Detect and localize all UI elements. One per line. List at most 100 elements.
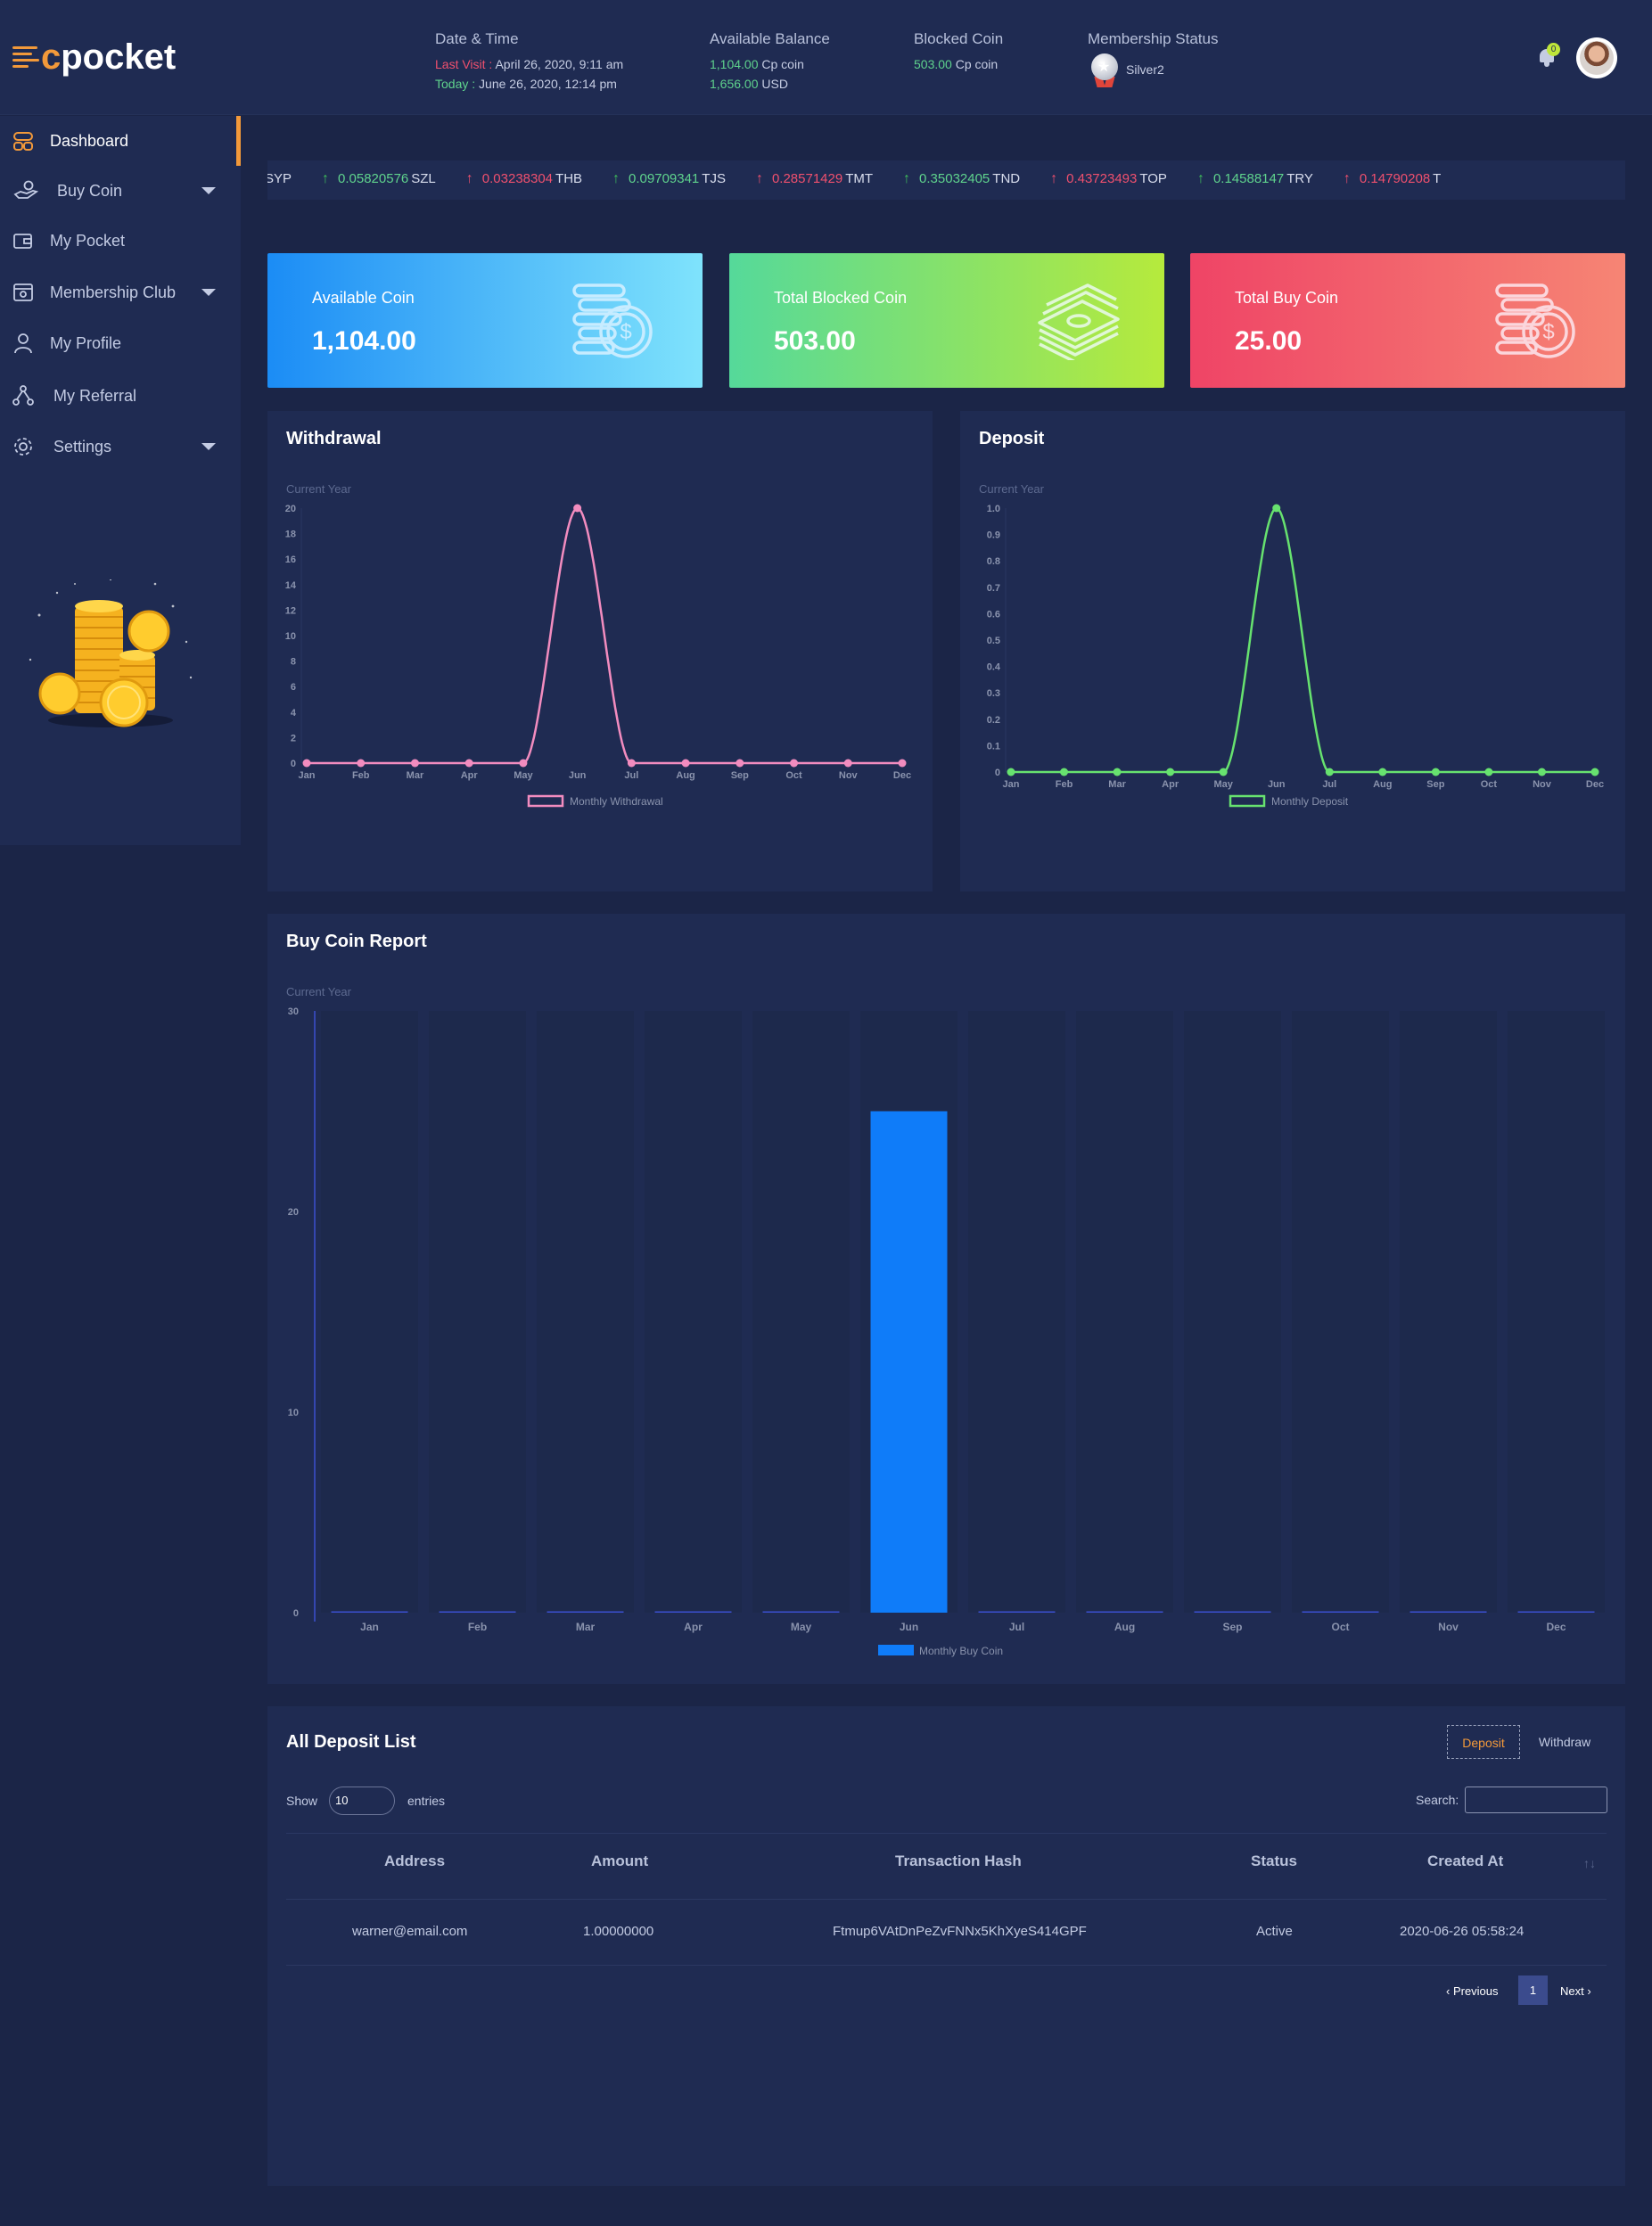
- blocked-label: Blocked Coin: [914, 30, 1004, 47]
- legend-label: Monthly Withdrawal: [570, 795, 663, 808]
- cpocket-logo[interactable]: c pocket: [12, 37, 176, 77]
- balance-coin-value: 1,104.00: [710, 57, 759, 71]
- data-point: [357, 759, 366, 768]
- column-header-amount[interactable]: Amount: [591, 1852, 648, 1870]
- bar: [762, 1611, 840, 1613]
- sidebar-item-settings[interactable]: Settings: [0, 422, 241, 472]
- ticker-item: ↑ 0.43723493 TOP: [1050, 171, 1167, 187]
- ticker-rate: 0.14790208: [1359, 171, 1431, 186]
- ticker-rate: 0.14588147: [1212, 171, 1285, 186]
- bar-background: [1292, 1011, 1389, 1613]
- y-tick-label: 12: [285, 605, 296, 616]
- data-point: [1431, 768, 1440, 776]
- sidebar-item-my-referral[interactable]: My Referral: [0, 371, 241, 421]
- sidebar-item-membership-club[interactable]: Membership Club: [0, 267, 241, 317]
- sidebar-item-label: My Profile: [50, 333, 122, 352]
- notification-badge: 0: [1547, 43, 1560, 56]
- chevron-down-icon[interactable]: [201, 289, 216, 296]
- bar-background: [429, 1011, 526, 1613]
- bar: [654, 1611, 732, 1613]
- x-tick-label: Aug: [1114, 1621, 1135, 1633]
- ticker-currency: SZL: [411, 171, 436, 186]
- sidebar-item-label: Dashboard: [50, 131, 129, 150]
- x-tick-label: Nov: [1438, 1621, 1459, 1633]
- x-tick-label: May: [791, 1621, 812, 1633]
- logo-speed-lines: [12, 46, 39, 68]
- card-value: 1,104.00: [312, 326, 416, 356]
- y-tick-label: 10: [288, 1408, 299, 1418]
- today-value: June 26, 2020, 12:14 pm: [479, 77, 617, 91]
- ticker-currency: TMT: [845, 171, 874, 186]
- ticker-rate: 0.03238304: [481, 171, 554, 186]
- svg-text:$: $: [620, 320, 631, 344]
- series-line: [307, 506, 902, 765]
- x-tick-label: Jan: [299, 770, 316, 781]
- balance-usd-unit: USD: [761, 77, 788, 91]
- x-tick-label: Sep: [1222, 1621, 1242, 1633]
- x-tick-label: Dec: [1546, 1621, 1566, 1633]
- column-header-address[interactable]: Address: [384, 1852, 445, 1870]
- card-available-coin: Available Coin 1,104.00 $: [267, 253, 703, 388]
- arrow-up-icon: ↑: [1196, 171, 1204, 186]
- bar: [870, 1111, 948, 1613]
- bar-background: [1508, 1011, 1605, 1613]
- sidebar-item-label: My Referral: [53, 386, 137, 405]
- data-point: [627, 759, 636, 768]
- sidebar-item-label: Membership Club: [50, 283, 177, 301]
- y-tick-label: 20: [288, 1207, 299, 1218]
- bar-background: [1076, 1011, 1173, 1613]
- card-title: Total Buy Coin: [1235, 289, 1339, 307]
- x-tick-label: Jan: [1003, 779, 1020, 790]
- deposit-panel: Deposit Current Year 0 0.1 0.2 0.3 0.4 0.5 0.6…: [960, 411, 1625, 891]
- card-total-buy-coin: Total Buy Coin 25.00 $: [1190, 253, 1625, 388]
- column-header-status[interactable]: Status: [1251, 1852, 1297, 1870]
- y-tick-label: 0.8: [987, 556, 1000, 567]
- sidebar-item-my-pocket[interactable]: My Pocket: [0, 216, 241, 266]
- chevron-down-icon[interactable]: [201, 187, 216, 194]
- x-tick-label: Jul: [1009, 1621, 1024, 1633]
- data-point: [1060, 768, 1069, 776]
- y-tick-label: 18: [285, 530, 296, 540]
- arrow-up-icon: ↑: [612, 171, 621, 186]
- gold-coins-illustration: [29, 579, 193, 727]
- tab-deposit[interactable]: Deposit: [1447, 1725, 1520, 1759]
- data-point: [1219, 768, 1228, 776]
- sidebar-item-buy-coin[interactable]: Buy Coin: [0, 166, 241, 216]
- column-header-transaction-hash[interactable]: Transaction Hash: [895, 1852, 1022, 1870]
- sidebar-item-my-profile[interactable]: My Profile: [0, 318, 241, 368]
- pagination-previous[interactable]: ‹ Previous: [1446, 1984, 1499, 1998]
- bar: [1410, 1611, 1487, 1613]
- hand-coin-icon: [13, 180, 39, 199]
- bar-background: [1400, 1011, 1497, 1613]
- legend-swatch: [527, 794, 564, 808]
- balance-coin-unit: Cp coin: [761, 57, 804, 71]
- x-tick-label: Dec: [893, 770, 911, 781]
- x-tick-label: Oct: [785, 770, 802, 781]
- entries-select[interactable]: 10: [329, 1787, 395, 1815]
- pagination-page-1[interactable]: 1: [1518, 1975, 1548, 2005]
- avatar[interactable]: [1576, 37, 1617, 78]
- y-tick-label: 0.3: [987, 688, 1000, 699]
- chevron-down-icon[interactable]: [201, 443, 216, 450]
- deposit-list-panel: [267, 1706, 1625, 2186]
- x-tick-label: Jan: [360, 1621, 379, 1633]
- search-input[interactable]: [1465, 1787, 1607, 1813]
- y-tick-label: 1.0: [987, 504, 1000, 514]
- x-tick-label: Mar: [576, 1621, 596, 1633]
- sidebar-item-dashboard[interactable]: Dashboard: [0, 116, 241, 166]
- currency-ticker: SYP ↑ 0.05820576 SZL ↑ 0.03238304 THB ↑ 0.097093…: [267, 160, 1625, 200]
- data-point: [302, 759, 311, 768]
- bar-background: [752, 1011, 850, 1613]
- bar: [1086, 1611, 1163, 1613]
- column-header-created-at[interactable]: Created At: [1427, 1852, 1503, 1870]
- x-tick-label: Nov: [839, 770, 859, 781]
- tab-withdraw[interactable]: Withdraw: [1529, 1725, 1600, 1759]
- balance-usd-value: 1,656.00: [710, 77, 759, 91]
- pagination-next[interactable]: Next ›: [1560, 1984, 1591, 1998]
- svg-text:$: $: [1542, 320, 1554, 344]
- coins-dollar-icon: $: [572, 283, 653, 358]
- ticker-currency: THB: [555, 171, 583, 186]
- data-point: [1113, 768, 1122, 776]
- x-tick-label: Jun: [1268, 779, 1286, 790]
- sort-icon[interactable]: ↑↓: [1583, 1856, 1596, 1870]
